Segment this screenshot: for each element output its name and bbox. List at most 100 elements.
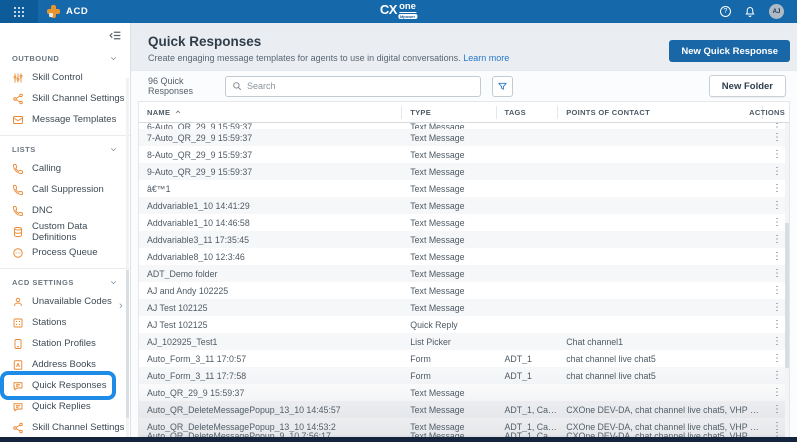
table-row[interactable]: Addvariable3_11 17:35:45 Text Message ⋮ [139, 231, 789, 248]
row-actions-kebab[interactable]: ⋮ [772, 387, 782, 398]
sidebar-item-dnc[interactable]: DNC [0, 200, 130, 221]
chat-bubble-icon [12, 380, 24, 392]
column-header-tags[interactable]: TAGS [497, 106, 559, 119]
row-actions-kebab[interactable]: ⋮ [772, 285, 782, 296]
sidebar-item-label: Station Profiles [32, 338, 96, 349]
row-actions-kebab[interactable]: ⋮ [772, 370, 782, 381]
sidebar-item-label: Calling [32, 163, 61, 174]
table-row[interactable]: AJ Test 102125 Text Message ⋮ [139, 299, 789, 316]
cell-type: Text Message [402, 388, 496, 398]
section-items: Unavailable Codes Stations Station Profi… [0, 291, 130, 437]
table-scrollbar-thumb[interactable] [785, 223, 789, 367]
cell-type: List Picker [402, 337, 496, 347]
sidebar-item-stations[interactable]: Stations [0, 312, 130, 333]
row-actions-kebab[interactable]: ⋮ [772, 183, 782, 194]
cell-tags: ADT_1 [497, 354, 559, 364]
sidebar-item-skill-channel-settings[interactable]: Skill Channel Settings [0, 417, 130, 437]
table-row[interactable]: AJ and Andy 102225 Text Message ⋮ [139, 282, 789, 299]
new-quick-response-button[interactable]: New Quick Response [669, 40, 790, 62]
sidebar-item-calling[interactable]: Calling [0, 158, 130, 179]
cell-type: Form [402, 371, 496, 381]
row-actions-kebab[interactable]: ⋮ [772, 166, 782, 177]
row-actions-kebab[interactable]: ⋮ [772, 132, 782, 143]
sidebar-section-acd-settings[interactable]: ACD SETTINGS [0, 273, 130, 291]
sidebar-item-call-suppression[interactable]: Call Suppression [0, 179, 130, 200]
sidebar-item-unavailable-codes[interactable]: Unavailable Codes [0, 291, 130, 312]
table-row[interactable]: Auto_Form_3_11 17:7:58 Form ADT_1 chat c… [139, 367, 789, 384]
cxone-logo-one: one [399, 2, 416, 13]
sidebar-item-custom-data-definitions[interactable]: Custom Data Definitions [0, 221, 130, 242]
chevron-down-icon [109, 145, 118, 154]
cell-name: Addvariable3_11 17:35:45 [139, 235, 402, 245]
cell-type: Text Message [402, 269, 496, 279]
sidebar-item-address-books[interactable]: Address Books [0, 354, 130, 375]
cell-tags: ADT_1, Captain [497, 422, 559, 432]
sidebar-section-outbound[interactable]: OUTBOUND [0, 49, 130, 67]
sidebar-expand-handle[interactable]: › [119, 301, 123, 312]
table-row[interactable]: 7-Auto_QR_29_9 15:59:37 Text Message ⋮ [139, 129, 789, 146]
chat-bubble-icon [12, 401, 24, 413]
sidebar-section-lists[interactable]: LISTS [0, 140, 130, 158]
main-content: Quick Responses Create engaging message … [131, 23, 797, 437]
column-header-name[interactable]: NAME [139, 106, 402, 119]
phone-icon [12, 184, 24, 196]
cell-type: Text Message [402, 184, 496, 194]
table-row[interactable]: AJ Test 102125 Quick Reply ⋮ [139, 316, 789, 333]
table-row[interactable]: 9-Auto_QR_29_9 15:59:37 Text Message ⋮ [139, 163, 789, 180]
search-input[interactable] [247, 81, 474, 91]
table-row[interactable]: AJ_102925_Test1 List Picker Chat channel… [139, 333, 789, 350]
table-row[interactable]: â€™1 Text Message ⋮ [139, 180, 789, 197]
sidebar-item-quick-responses[interactable]: Quick Responses [4, 375, 112, 396]
table-row[interactable]: Auto_QR_29_9 15:59:37 Text Message ⋮ [139, 384, 789, 401]
content-card: 96 Quick Responses New Folder NAME [131, 70, 797, 437]
sidebar-item-station-profiles[interactable]: Station Profiles [0, 333, 130, 354]
sidebar-item-process-queue[interactable]: Process Queue [0, 242, 130, 263]
mail-icon [12, 114, 24, 126]
row-actions-kebab[interactable]: ⋮ [772, 268, 782, 279]
user-avatar[interactable]: AJ [769, 4, 784, 19]
filter-button[interactable] [492, 76, 513, 97]
app-grid-icon [14, 7, 24, 17]
row-actions-kebab[interactable]: ⋮ [772, 217, 782, 228]
app-launcher-button[interactable] [0, 0, 38, 23]
section-items: Skill Control Skill Channel Settings Mes… [0, 67, 130, 130]
sidebar-item-message-templates[interactable]: Message Templates [0, 109, 130, 130]
row-actions-kebab[interactable]: ⋮ [772, 234, 782, 245]
row-actions-kebab[interactable]: ⋮ [772, 149, 782, 160]
table-row[interactable]: 8-Auto_QR_29_9 15:59:37 Text Message ⋮ [139, 146, 789, 163]
column-header-points-of-contact[interactable]: POINTS OF CONTACT [558, 106, 763, 119]
table-row[interactable]: ADT_Demo folder Text Message ⋮ [139, 265, 789, 282]
notifications-bell-icon[interactable] [744, 6, 756, 18]
cell-name: 9-Auto_QR_29_9 15:59:37 [139, 167, 402, 177]
column-header-type[interactable]: TYPE [402, 106, 496, 119]
sidebar-item-label: Quick Responses [32, 380, 106, 391]
row-actions-kebab[interactable]: ⋮ [772, 302, 782, 313]
row-actions-kebab[interactable]: ⋮ [772, 404, 782, 415]
sidebar-item-skill-control[interactable]: Skill Control [0, 67, 130, 88]
sidebar-item-quick-replies[interactable]: Quick Replies [0, 396, 130, 417]
filter-funnel-icon [497, 81, 508, 92]
table-row[interactable]: Addvariable8_10 12:3:46 Text Message ⋮ [139, 248, 789, 265]
cell-name: AJ_102925_Test1 [139, 337, 402, 347]
cell-points-of-contact: Chat channel1 [558, 337, 763, 347]
table-row[interactable]: Addvariable1_10 14:46:58 Text Message ⋮ [139, 214, 789, 231]
cell-name: AJ Test 102125 [139, 303, 402, 313]
table-row[interactable]: Auto_QR_DeleteMessagePopup_13_10 14:45:5… [139, 401, 789, 418]
sidebar-item-label: Stations [32, 317, 66, 328]
help-icon[interactable]: ? [720, 6, 731, 17]
row-actions-kebab[interactable]: ⋮ [772, 353, 782, 364]
new-folder-button[interactable]: New Folder [709, 75, 786, 97]
row-actions-kebab[interactable]: ⋮ [772, 336, 782, 347]
row-actions-kebab[interactable]: ⋮ [772, 200, 782, 211]
table-row[interactable]: Auto_Form_3_11 17:0:57 Form ADT_1 chat c… [139, 350, 789, 367]
row-actions-kebab[interactable]: ⋮ [772, 319, 782, 330]
book-icon [12, 359, 24, 371]
sidebar-scrollbar-thumb[interactable] [126, 270, 129, 418]
row-actions-kebab[interactable]: ⋮ [772, 251, 782, 262]
sidebar-collapse-button[interactable] [109, 29, 122, 42]
cell-points-of-contact: CXOne DEV-DA, chat channel live chat5, V… [558, 422, 763, 432]
share-icon [12, 422, 24, 434]
learn-more-link[interactable]: Learn more [463, 53, 509, 63]
table-row[interactable]: Addvariable1_10 14:41:29 Text Message ⋮ [139, 197, 789, 214]
sidebar-item-skill-channel-settings[interactable]: Skill Channel Settings [0, 88, 130, 109]
